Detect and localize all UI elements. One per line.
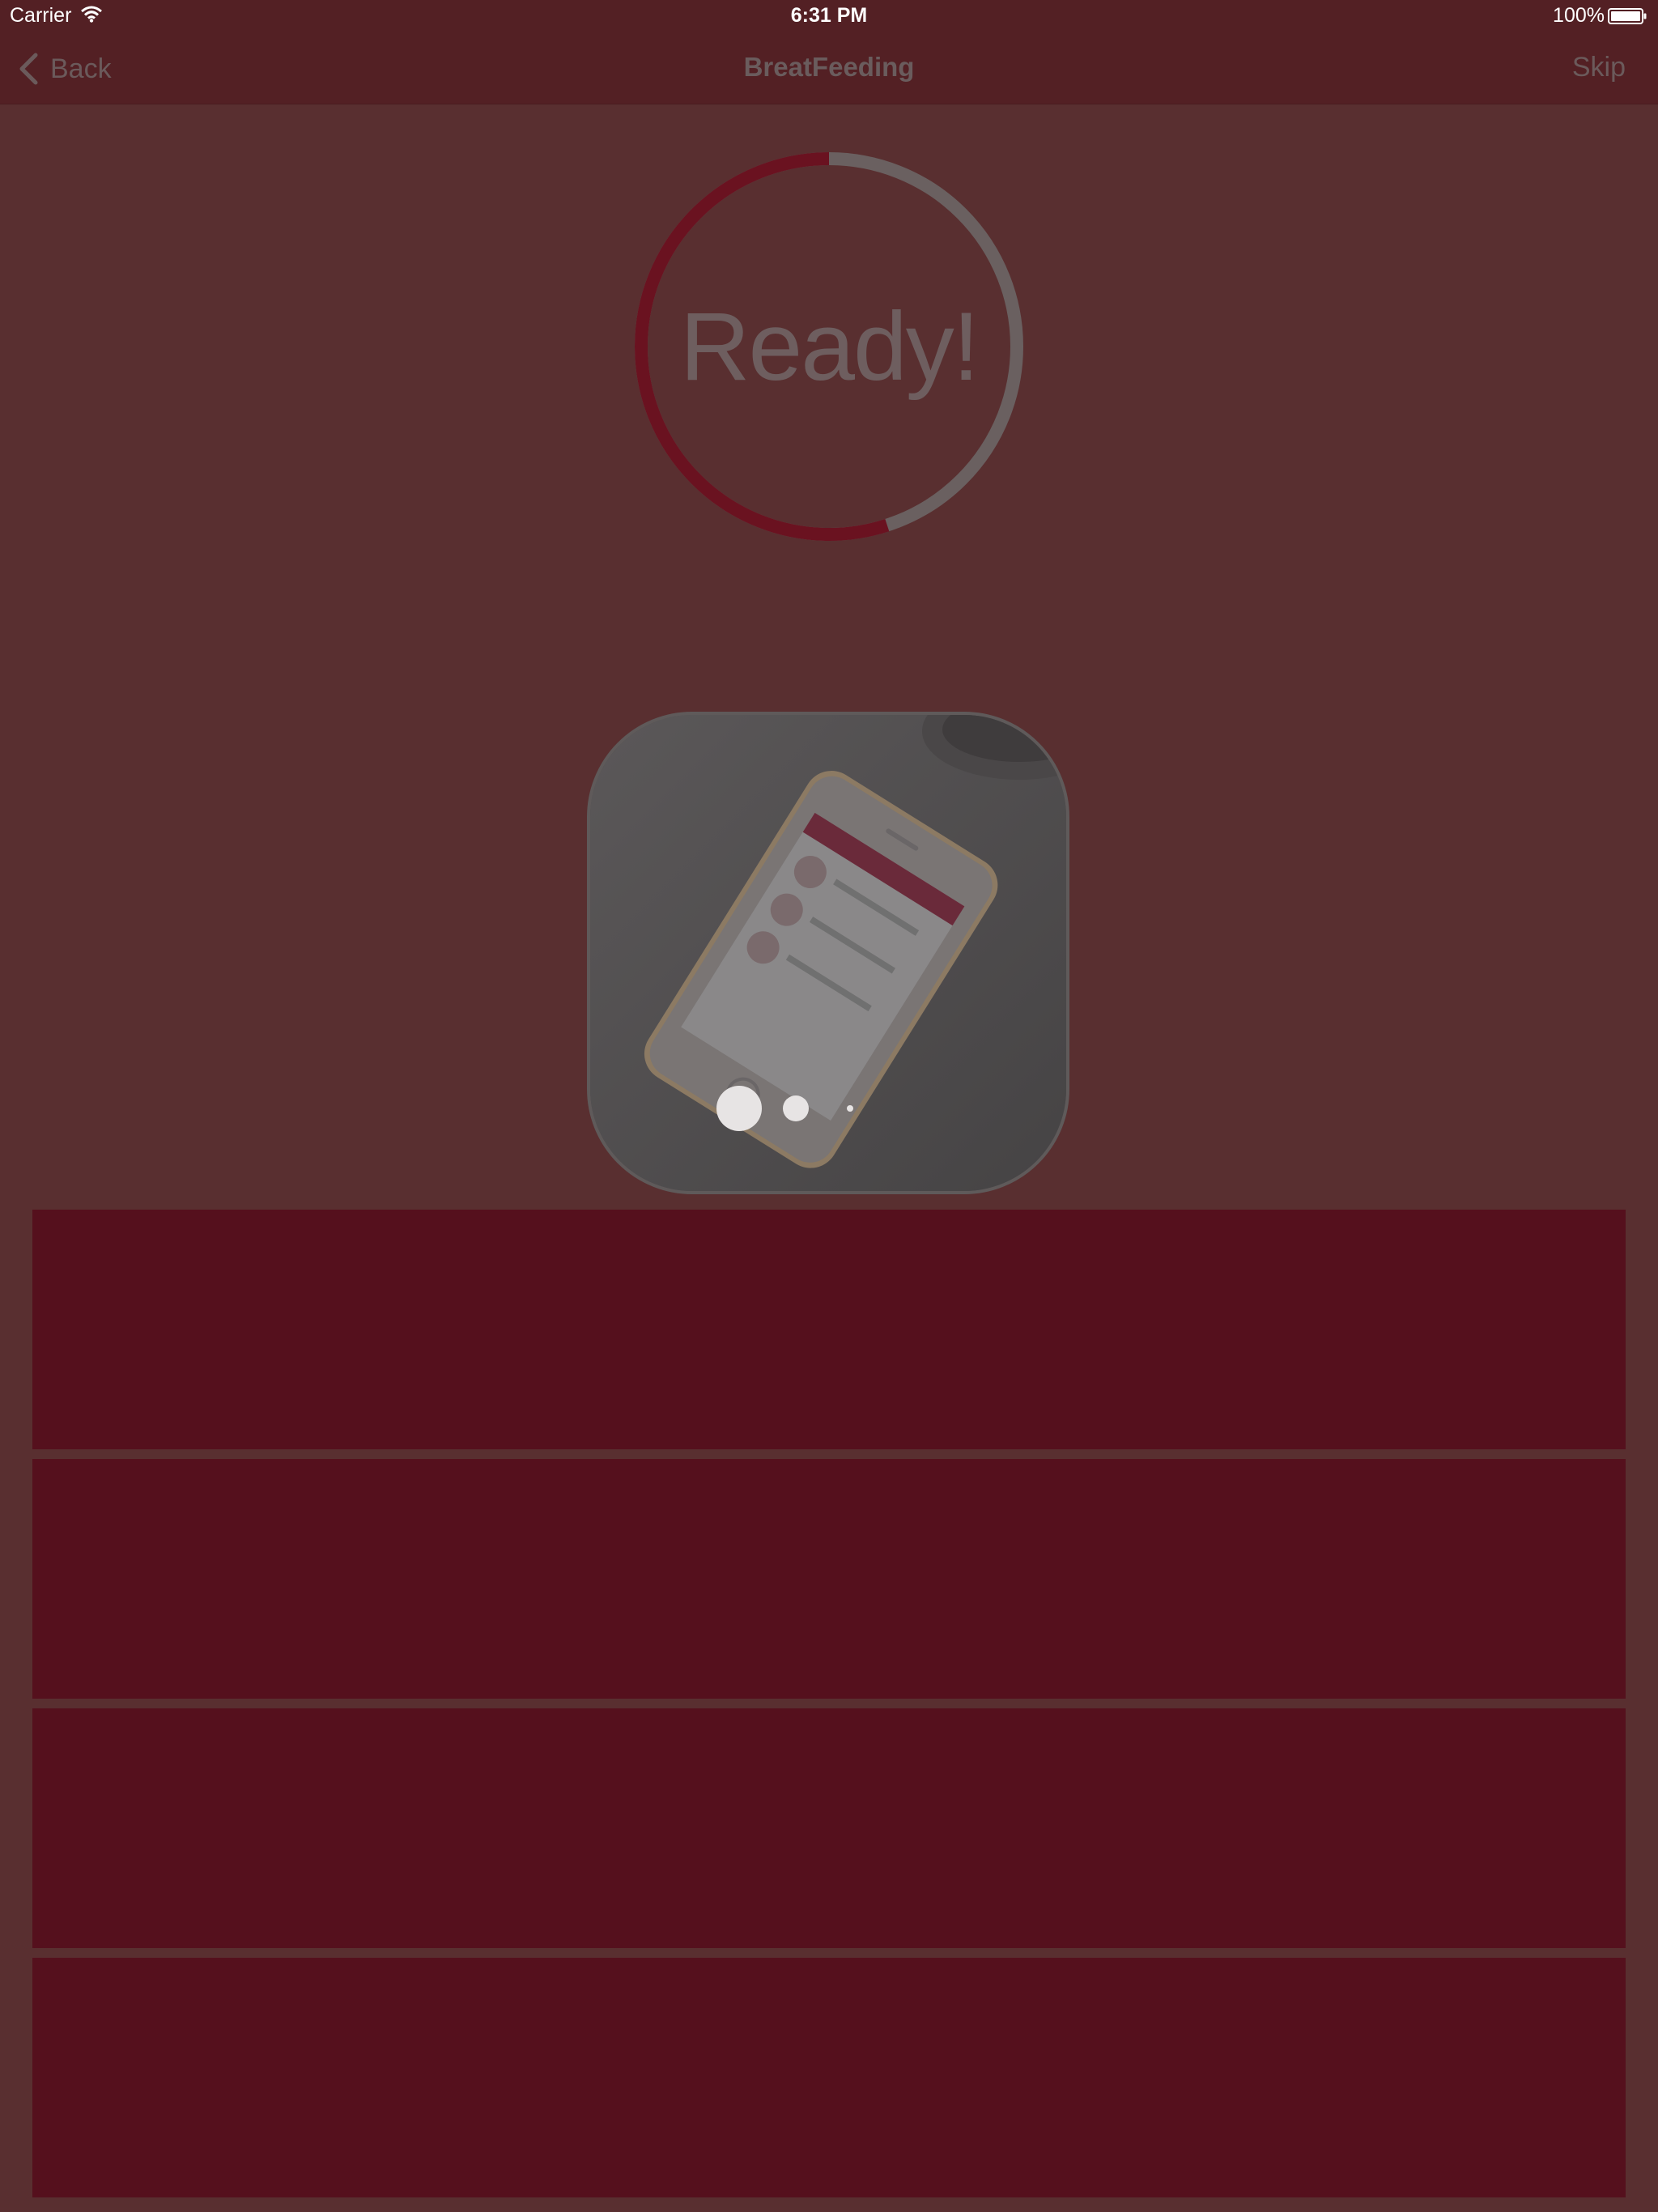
- page-indicator[interactable]: [590, 1086, 1066, 1134]
- navigation-bar: Back BreatFeeding Skip: [0, 32, 1658, 104]
- battery-percentage: 100%: [1553, 4, 1605, 27]
- page-dot-2[interactable]: [783, 1095, 809, 1121]
- tutorial-slideshow[interactable]: [587, 712, 1069, 1194]
- clock-time: 6:31 PM: [790, 4, 868, 27]
- progress-status-label: Ready!: [679, 292, 980, 401]
- page-title: BreatFeeding: [743, 52, 915, 82]
- option-button-3[interactable]: [32, 1708, 1626, 1948]
- app-screen: Carrier 6:31 PM 100% Back BreatFeeding S…: [0, 0, 1658, 2212]
- option-button-4[interactable]: [32, 1958, 1626, 2197]
- option-button-2[interactable]: [32, 1459, 1626, 1699]
- progress-ring: Ready!: [633, 151, 1025, 542]
- option-button-1[interactable]: [32, 1210, 1626, 1449]
- page-dot-3[interactable]: [847, 1105, 853, 1112]
- status-bar: Carrier 6:31 PM 100%: [0, 0, 1658, 32]
- page-dot-1[interactable]: [716, 1086, 762, 1131]
- skip-button[interactable]: Skip: [1572, 52, 1626, 83]
- battery-icon: [1608, 8, 1647, 24]
